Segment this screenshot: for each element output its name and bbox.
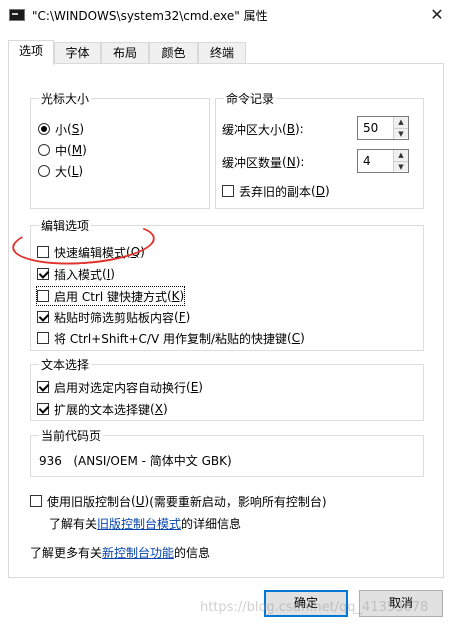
spin-down-icon[interactable]: ▼ [394,161,408,171]
legacy-mode-link[interactable]: 旧版控制台模式 [97,515,181,532]
radio-small[interactable]: 小(S) [38,120,84,138]
buffer-count-spinner[interactable]: 4 ▲ ▼ [357,149,409,173]
checkbox-box [37,403,49,415]
new-console-features-link[interactable]: 新控制台功能 [102,544,174,561]
cursor-size-group: 光标大小 小(S) 中(M) 大(L) [30,90,210,209]
codepage-group: 当前代码页 936 (ANSI/OEM - 简体中文 GBK) [30,427,424,477]
buffer-size-spinner[interactable]: 50 ▲ ▼ [357,116,409,140]
radio-large[interactable]: 大(L) [38,162,83,180]
spin-up-icon[interactable]: ▲ [394,150,408,161]
edit-options-label: 编辑选项 [39,217,92,234]
discard-duplicates-checkbox[interactable]: 丢弃旧的副本(D) [222,182,330,200]
cursor-size-label: 光标大小 [39,90,92,107]
ok-button[interactable]: 确定 [264,590,348,617]
extended-selection-checkbox[interactable]: 扩展的文本选择键(X) [37,400,168,418]
command-history-group: 命令记录 缓冲区大小(B): 50 ▲ ▼ 缓冲区数量(N): 4 ▲ ▼ 丢弃… [215,90,424,209]
text-selection-group: 文本选择 启用对选定内容自动换行(E) 扩展的文本选择键(X) [30,356,424,421]
checkbox-box [30,495,42,507]
checkbox-box [37,268,49,280]
checkbox-box [37,246,49,258]
buffer-count-value[interactable]: 4 [363,154,371,168]
checkbox-box [222,185,234,197]
filter-paste-checkbox[interactable]: 粘贴时筛选剪贴板内容(F) [37,308,190,326]
cancel-button[interactable]: 取消 [359,590,443,617]
legacy-info-text: 了解有关 旧版控制台模式 的详细信息 [49,515,242,532]
buffer-count-label: 缓冲区数量(N): [222,155,305,170]
more-info-text: 了解更多有关 新控制台功能 的信息 [30,544,211,561]
codepage-value: 936 (ANSI/OEM - 简体中文 GBK) [39,453,232,468]
checkbox-box [37,381,49,393]
ctrl-shift-cv-checkbox[interactable]: 将 Ctrl+Shift+C/V 用作复制/粘贴的快捷键(C) [37,329,305,347]
quick-edit-checkbox[interactable]: 快速编辑模式(Q) [37,243,145,261]
tab-strip: 选项 字体 布局 颜色 终端 [8,40,444,65]
spin-up-icon[interactable]: ▲ [394,117,408,128]
auto-wrap-checkbox[interactable]: 启用对选定内容自动换行(E) [37,378,203,396]
tab-colors[interactable]: 颜色 [149,42,198,64]
radio-indicator [38,123,50,135]
checkbox-box [37,332,49,344]
checkbox-box [37,290,49,302]
tab-terminal[interactable]: 终端 [198,42,246,64]
radio-medium[interactable]: 中(M) [38,141,87,159]
legacy-console-checkbox[interactable]: 使用旧版控制台(U) (需要重新启动，影响所有控制台) [30,492,327,510]
tab-options[interactable]: 选项 [8,40,54,65]
close-button[interactable]: ✕ [422,0,452,30]
ctrl-shortcuts-checkbox[interactable]: 启用 Ctrl 键快捷方式(K) [35,286,186,306]
radio-indicator [38,144,50,156]
command-history-label: 命令记录 [224,90,277,107]
text-selection-label: 文本选择 [39,356,92,373]
spin-down-icon[interactable]: ▼ [394,128,408,138]
buffer-size-label: 缓冲区大小(B): [222,122,304,137]
window-title: "C:\WINDOWS\system32\cmd.exe" 属性 [32,9,268,23]
title-bar: "C:\WINDOWS\system32\cmd.exe" 属性 ✕ [0,0,452,30]
insert-mode-checkbox[interactable]: 插入模式(I) [37,265,115,283]
console-icon [9,9,25,21]
tab-layout[interactable]: 布局 [101,42,149,64]
checkbox-box [37,311,49,323]
buffer-size-value[interactable]: 50 [363,121,378,135]
options-panel: 光标大小 小(S) 中(M) 大(L) 命令记录 缓冲区大小(B): 50 ▲ … [8,63,444,578]
edit-options-group: 编辑选项 快速编辑模式(Q) 插入模式(I) 启用 Ctrl 键快捷方式(K) … [30,217,424,351]
radio-indicator [38,165,50,177]
tab-font[interactable]: 字体 [54,42,101,64]
codepage-label: 当前代码页 [39,427,104,444]
